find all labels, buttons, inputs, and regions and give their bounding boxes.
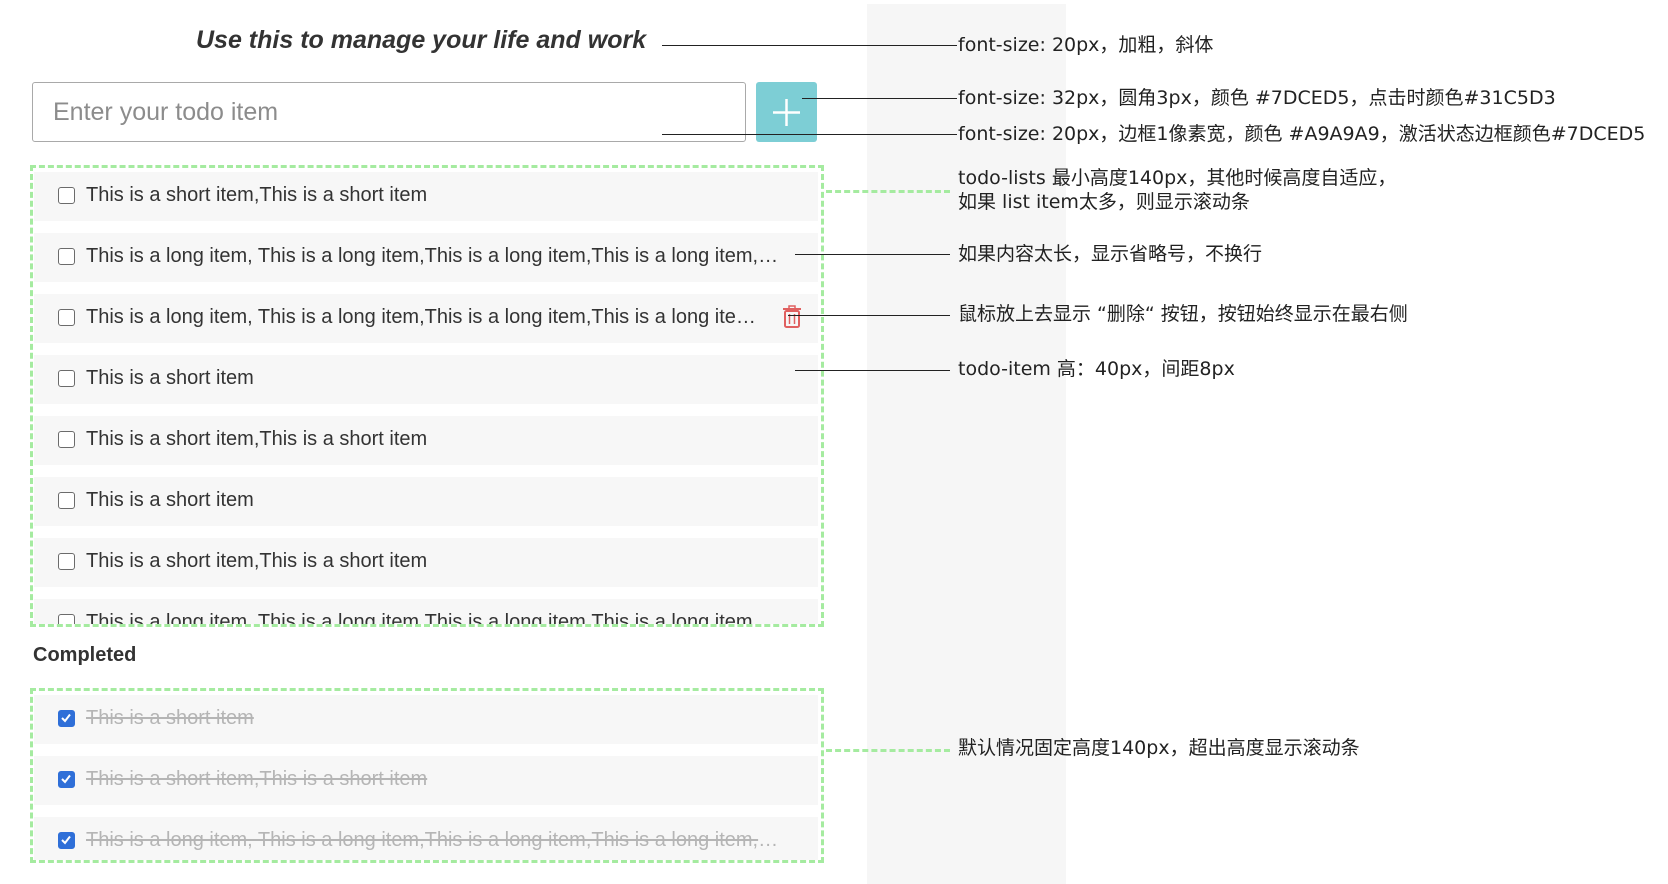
- todo-checkbox[interactable]: [58, 431, 75, 448]
- completed-heading: Completed: [33, 644, 137, 666]
- todo-item-text: This is a short item,This is a short ite…: [86, 184, 428, 206]
- completed-item[interactable]: This is a short item,This is a short ite…: [34, 756, 818, 805]
- todo-item-text: This is a short item: [86, 489, 254, 511]
- check-icon: [61, 774, 71, 784]
- completed-item[interactable]: This is a long item, This is a long item…: [34, 817, 818, 860]
- todo-item-hovered[interactable]: This is a long item, This is a long item…: [34, 294, 818, 343]
- plus-icon: [773, 99, 800, 126]
- check-icon: [61, 713, 71, 723]
- todo-checkbox[interactable]: [58, 187, 75, 204]
- title-note: font-size: 20px，加粗，斜体: [958, 34, 1214, 56]
- list-leader-line: [826, 190, 950, 193]
- todo-item-text: This is a long item, This is a long item…: [86, 245, 788, 267]
- list-note-line2: 如果 list item太多，则显示滚动条: [958, 191, 1250, 213]
- checked-checkbox[interactable]: [58, 771, 75, 788]
- checked-checkbox[interactable]: [58, 832, 75, 849]
- delete-note: 鼠标放上去显示 “删除“ 按钮，按钮始终显示在最右侧: [958, 303, 1408, 325]
- todo-item[interactable]: This is a short item,This is a short ite…: [34, 538, 818, 587]
- todo-item-text: This is a short item,This is a short ite…: [86, 428, 428, 450]
- todo-item[interactable]: This is a short item,This is a short ite…: [34, 416, 818, 465]
- checked-checkbox[interactable]: [58, 710, 75, 727]
- input-note: font-size: 20px，边框1像素宽，颜色 #A9A9A9，激活状态边框…: [958, 123, 1646, 145]
- ellipsis-leader-line: [795, 254, 950, 255]
- completed-list[interactable]: This is a short item This is a short ite…: [30, 688, 824, 863]
- button-leader-line: [802, 98, 957, 99]
- trash-icon[interactable]: [782, 305, 802, 329]
- todo-input[interactable]: [32, 82, 746, 142]
- button-note: font-size: 32px，圆角3px，颜色 #7DCED5，点击时颜色#3…: [958, 87, 1556, 109]
- completed-item-text: This is a long item, This is a long item…: [86, 829, 788, 851]
- todo-item[interactable]: This is a short item: [34, 477, 818, 526]
- todo-list[interactable]: This is a short item,This is a short ite…: [30, 165, 824, 627]
- todo-checkbox[interactable]: [58, 309, 75, 326]
- todo-checkbox[interactable]: [58, 553, 75, 570]
- todo-checkbox[interactable]: [58, 492, 75, 509]
- delete-leader-line: [788, 315, 950, 316]
- todo-item-text: This is a short item,This is a short ite…: [86, 550, 428, 572]
- completed-item[interactable]: This is a short item: [34, 695, 818, 744]
- todo-item[interactable]: This is a short item: [34, 355, 818, 404]
- todo-item-text: This is a short item: [86, 367, 254, 389]
- completed-note: 默认情况固定高度140px，超出高度显示滚动条: [958, 737, 1360, 759]
- completed-item-text: This is a short item,This is a short ite…: [86, 768, 428, 790]
- title-leader-line: [662, 45, 957, 46]
- todo-item[interactable]: This is a long item, This is a long item…: [34, 599, 818, 627]
- todo-checkbox[interactable]: [58, 370, 75, 387]
- item-leader-line: [795, 370, 950, 371]
- completed-leader-line: [826, 749, 950, 752]
- ellipsis-note: 如果内容太长，显示省略号，不换行: [958, 243, 1263, 265]
- page-title: Use this to manage your life and work: [196, 26, 647, 54]
- todo-checkbox[interactable]: [58, 248, 75, 265]
- todo-item[interactable]: This is a long item, This is a long item…: [34, 233, 818, 282]
- todo-item-text: This is a long item, This is a long item…: [86, 306, 766, 328]
- input-leader-line: [662, 134, 957, 135]
- add-button[interactable]: [756, 82, 817, 142]
- list-note-line1: todo-lists 最小高度140px，其他时候高度自适应，: [958, 167, 1397, 189]
- check-icon: [61, 835, 71, 845]
- todo-checkbox[interactable]: [58, 614, 75, 624]
- completed-item-text: This is a short item: [86, 707, 254, 729]
- item-note: todo-item 高：40px，间距8px: [958, 358, 1235, 380]
- todo-item[interactable]: This is a short item,This is a short ite…: [34, 172, 818, 221]
- todo-item-text: This is a long item, This is a long item…: [86, 611, 788, 627]
